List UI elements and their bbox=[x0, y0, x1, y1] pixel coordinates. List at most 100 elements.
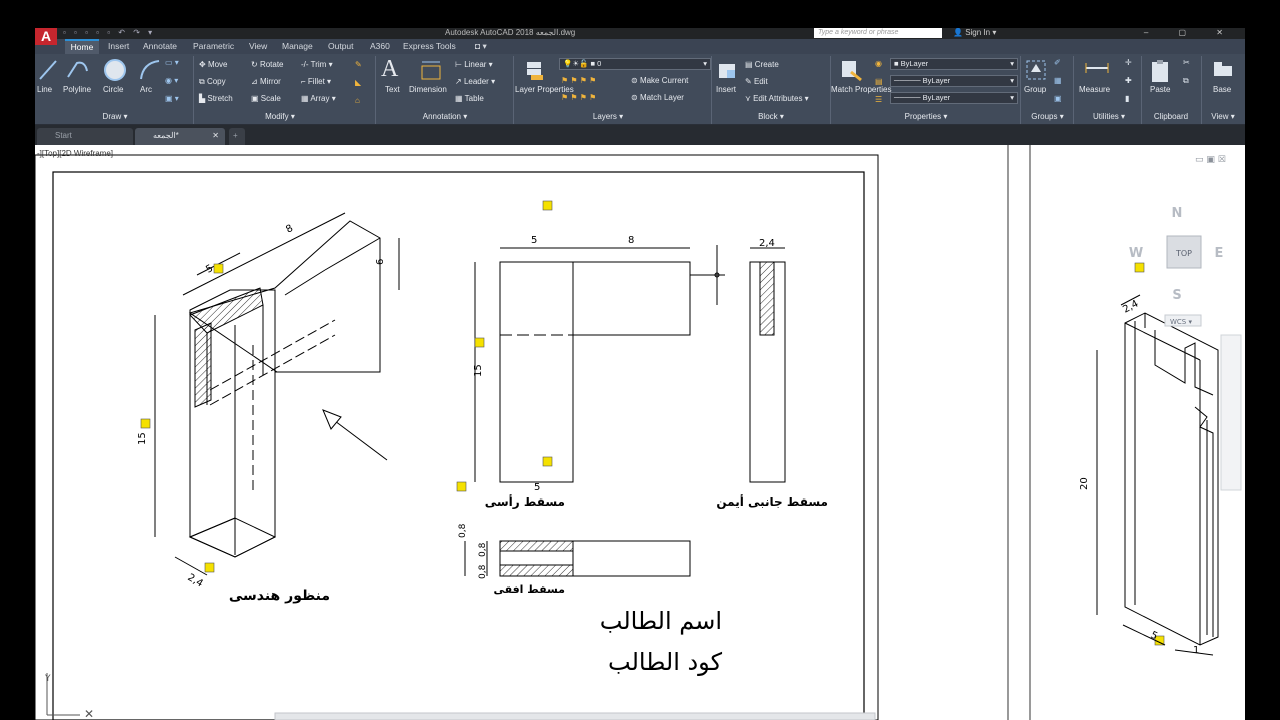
match-layer-label: Match Layer bbox=[639, 93, 684, 102]
viewport-label[interactable]: -][Top][2D Wireframe] bbox=[37, 149, 113, 158]
arc-button[interactable]: Arc bbox=[140, 85, 152, 94]
plan-dim-08c: 0,8 bbox=[478, 564, 488, 579]
horizontal-scrollbar[interactable] bbox=[274, 712, 876, 720]
layer-tool-icons-2[interactable]: ⚑ ⚑ ⚑ ⚑ bbox=[561, 93, 596, 102]
navigation-bar[interactable] bbox=[1220, 334, 1242, 491]
view-panel-label[interactable]: View ▾ bbox=[1201, 112, 1245, 124]
group-button[interactable]: Group bbox=[1024, 85, 1046, 94]
svg-text:Y: Y bbox=[44, 674, 51, 684]
stretch-button[interactable]: ▙ Stretch bbox=[199, 94, 233, 103]
draw-panel-label[interactable]: Draw ▾ bbox=[35, 112, 195, 124]
lineweight-value: ByLayer bbox=[922, 93, 951, 102]
move-button[interactable]: ✥ Move bbox=[199, 60, 228, 69]
layer-tool-icons[interactable]: ⚑ ⚑ ⚑ ⚑ bbox=[561, 76, 596, 85]
array-button[interactable]: ▦ Array ▾ bbox=[301, 94, 336, 103]
clipboard-panel-label[interactable]: Clipboard bbox=[1141, 112, 1201, 124]
modify-extra-icons[interactable]: ✎ ◣ ⌂ bbox=[355, 60, 362, 105]
tab-more-icon[interactable]: ◘ ▾ bbox=[475, 39, 487, 54]
close-icon[interactable]: ✕ bbox=[212, 128, 219, 143]
leader-label: Leader bbox=[463, 77, 489, 86]
edit-label: Edit bbox=[753, 77, 768, 86]
array-label: Array bbox=[310, 94, 330, 103]
dimension-icon bbox=[421, 61, 441, 80]
ribbon-panel: Line Polyline Circle Arc ▭ ▾ ◉ ▾ ▣ ▾ Draw … bbox=[35, 54, 1245, 125]
tab-a360[interactable]: A360 bbox=[370, 39, 390, 54]
sign-in-button[interactable]: 👤 Sign In ▾ bbox=[953, 28, 996, 37]
base-button[interactable]: Base bbox=[1213, 85, 1231, 94]
wcs-label[interactable]: WCS ▾ bbox=[1170, 318, 1192, 326]
drawing-svg[interactable]: 8 5 6 15 2,4 منظور هندسى 5 8 15 5 مسقط ر… bbox=[35, 145, 1245, 720]
quick-access-toolbar[interactable]: ▫ ▫ ▫ ▫ ▫ ↶ ↷ ▾ bbox=[63, 28, 155, 37]
insert-button[interactable]: Insert bbox=[716, 85, 736, 94]
tab-manage[interactable]: Manage bbox=[282, 39, 313, 54]
viewport-controls[interactable]: ▭ ▣ ☒ bbox=[1195, 155, 1226, 165]
fillet-label: Fillet bbox=[307, 77, 325, 86]
circle-button[interactable]: Circle bbox=[103, 85, 123, 94]
edit-block-button[interactable]: ✎ Edit bbox=[745, 77, 768, 86]
layer-select[interactable]: 💡☀🔓 ■ 0 ▾ bbox=[559, 58, 711, 70]
match-layer-button[interactable]: ⊜ Match Layer bbox=[631, 93, 684, 102]
dimension-button[interactable]: Dimension bbox=[409, 85, 447, 94]
properties-panel-label[interactable]: Properties ▾ bbox=[831, 112, 1021, 124]
fillet-button[interactable]: ⌐ Fillet ▾ bbox=[301, 77, 331, 86]
groups-panel-label[interactable]: Groups ▾ bbox=[1020, 112, 1075, 124]
file-tab-start[interactable]: Start bbox=[37, 128, 133, 145]
table-button[interactable]: ▦ Table bbox=[455, 94, 484, 103]
scale-button[interactable]: ▣ Scale bbox=[251, 94, 281, 103]
rotate-button[interactable]: ↻ Rotate bbox=[251, 60, 284, 69]
tab-output[interactable]: Output bbox=[328, 39, 354, 54]
clipboard-tool-icons[interactable]: ✂ ⧉ bbox=[1183, 58, 1190, 86]
create-block-button[interactable]: ▤ Create bbox=[745, 60, 779, 69]
tab-home[interactable]: Home bbox=[65, 39, 99, 54]
window-controls[interactable]: – ▢ ✕ bbox=[1144, 28, 1237, 37]
tab-express-tools[interactable]: Express Tools bbox=[403, 39, 456, 54]
text-button[interactable]: Text bbox=[385, 85, 400, 94]
edit-attributes-button[interactable]: ⋎ Edit Attributes ▾ bbox=[745, 94, 809, 103]
polyline-button[interactable]: Polyline bbox=[63, 85, 91, 94]
color-select[interactable]: ■ ByLayer ▾ bbox=[890, 58, 1018, 70]
scale-label: Scale bbox=[260, 94, 281, 103]
viewcube-top-label[interactable]: TOP bbox=[1175, 249, 1192, 258]
trim-button[interactable]: -/- Trim ▾ bbox=[301, 60, 333, 69]
layers-panel-label[interactable]: Layers ▾ bbox=[513, 112, 703, 124]
linetype-select[interactable]: ───── ByLayer ▾ bbox=[890, 75, 1018, 87]
iso-dim-5: 5 bbox=[204, 263, 215, 276]
divider bbox=[1073, 56, 1074, 124]
paste-button[interactable]: Paste bbox=[1150, 85, 1170, 94]
search-input[interactable]: Type a keyword or phrase bbox=[814, 28, 942, 38]
measure-button[interactable]: Measure bbox=[1079, 85, 1110, 94]
tab-insert[interactable]: Insert bbox=[108, 39, 129, 54]
make-current-button[interactable]: ⊜ Make Current bbox=[631, 76, 688, 85]
leader-button[interactable]: ↗ Leader ▾ bbox=[455, 77, 495, 86]
annotation-panel-label[interactable]: Annotation ▾ bbox=[375, 112, 515, 124]
linear-button[interactable]: ⊢ Linear ▾ bbox=[455, 60, 493, 69]
copy-button[interactable]: ⧉ Copy bbox=[199, 77, 226, 87]
modify-panel-label[interactable]: Modify ▾ bbox=[195, 112, 365, 124]
file-tab-bar: Start الجمعه* ✕ + bbox=[35, 125, 1245, 145]
block-panel-label[interactable]: Block ▾ bbox=[711, 112, 831, 124]
utility-tool-icons[interactable]: ✛ ✚ ▮ bbox=[1125, 58, 1132, 103]
app-logo[interactable]: A bbox=[35, 28, 57, 45]
mirror-button[interactable]: ⊿ Mirror bbox=[251, 77, 281, 86]
tab-parametric[interactable]: Parametric bbox=[193, 39, 234, 54]
trim-label: Trim bbox=[310, 60, 327, 69]
line-button[interactable]: Line bbox=[37, 85, 52, 94]
compass-n[interactable]: N bbox=[1172, 206, 1183, 221]
compass-s[interactable]: S bbox=[1172, 288, 1181, 303]
tab-annotate[interactable]: Annotate bbox=[143, 39, 177, 54]
file-tab-drawing[interactable]: الجمعه* ✕ bbox=[135, 128, 225, 145]
new-tab-button[interactable]: + bbox=[229, 128, 245, 145]
linear-label: Linear bbox=[464, 60, 487, 69]
group-tool-icons[interactable]: ✐ ▦ ▣ bbox=[1054, 58, 1062, 103]
stretch-label: Stretch bbox=[207, 94, 233, 103]
compass-w[interactable]: W bbox=[1129, 246, 1143, 261]
tab-view[interactable]: View bbox=[249, 39, 267, 54]
drawing-canvas[interactable]: 8 5 6 15 2,4 منظور هندسى 5 8 15 5 مسقط ر… bbox=[35, 145, 1245, 720]
utilities-panel-label[interactable]: Utilities ▾ bbox=[1075, 112, 1143, 124]
front-dim-5: 5 bbox=[531, 235, 537, 246]
draw-extra-icons[interactable]: ▭ ▾ ◉ ▾ ▣ ▾ bbox=[165, 58, 179, 103]
compass-e[interactable]: E bbox=[1215, 246, 1224, 261]
lineweight-select[interactable]: ───── ByLayer ▾ bbox=[890, 92, 1018, 104]
edit-attributes-label: Edit Attributes bbox=[753, 94, 803, 103]
student-name-label: اسم الطالب bbox=[600, 607, 722, 635]
